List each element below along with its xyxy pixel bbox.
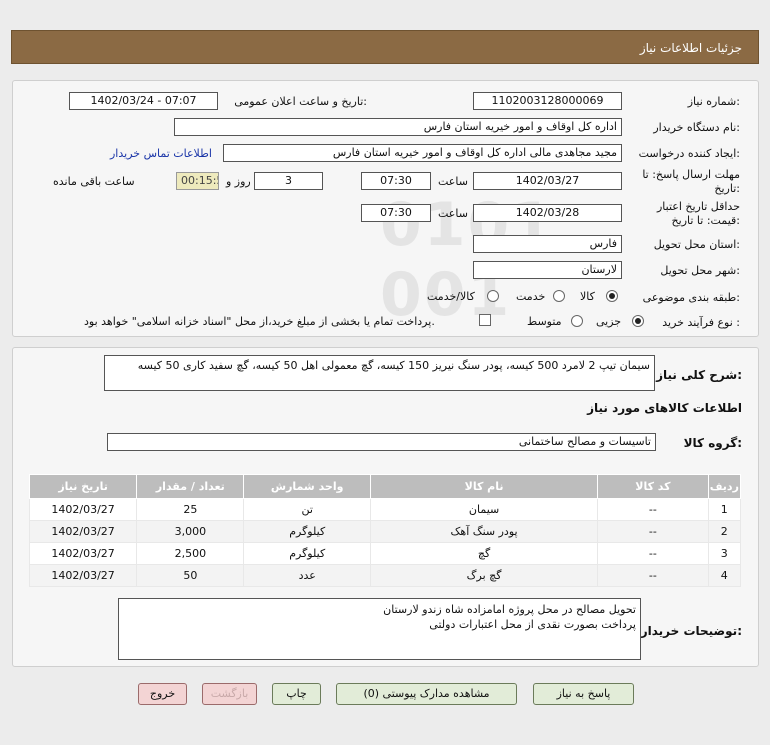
- cell-row: 3: [707, 542, 742, 565]
- announce-datetime-field[interactable]: 1402/03/24 - 07:07: [69, 92, 218, 110]
- print-button[interactable]: چاپ: [272, 683, 321, 705]
- cell-date: 1402/03/27: [28, 498, 138, 521]
- days-remaining-field[interactable]: 3: [254, 172, 323, 190]
- cell-name: گچ برگ: [369, 564, 599, 587]
- cell-qty: 2,500: [136, 542, 245, 565]
- goods-group-field[interactable]: تاسیسات و مصالح ساختمانی: [107, 433, 656, 451]
- province-label: استان محل تحویل:: [653, 238, 740, 251]
- cell-date: 1402/03/27: [28, 520, 138, 543]
- validity-time-label: ساعت: [438, 207, 468, 220]
- exit-button[interactable]: خروج: [138, 683, 187, 705]
- col-date: تاریخ نیاز: [28, 474, 138, 499]
- cell-row: 4: [707, 564, 742, 587]
- buyer-org-field[interactable]: اداره کل اوقاف و امور خیریه استان فارس: [174, 118, 622, 136]
- deadline-label-line2: تاریخ:: [714, 182, 740, 195]
- deadline-label-line1: مهلت ارسال پاسخ: تا: [642, 168, 740, 181]
- validity-label-line1: حداقل تاریخ اعتبار: [656, 200, 740, 213]
- validity-label-line2: قیمت: تا تاریخ:: [671, 214, 740, 227]
- cell-name: سیمان: [369, 498, 599, 521]
- col-row: ردیف: [707, 474, 742, 499]
- category-option-goods: کالا: [580, 290, 595, 303]
- process-option-minor: جزیی: [596, 315, 622, 328]
- deadline-time-label: ساعت: [438, 175, 468, 188]
- category-radio-service[interactable]: [553, 290, 565, 302]
- col-qty: تعداد / مقدار: [136, 474, 245, 499]
- back-button[interactable]: بازگشت: [202, 683, 257, 705]
- process-radio-medium[interactable]: [571, 315, 583, 327]
- cell-name: گچ: [369, 542, 599, 565]
- category-option-service: خدمت: [516, 290, 546, 303]
- cell-row: 1: [707, 498, 742, 521]
- attachments-button[interactable]: مشاهده مدارک پیوستی (0): [336, 683, 517, 705]
- cell-code: --: [597, 498, 709, 521]
- cell-row: 2: [707, 520, 742, 543]
- col-unit: واحد شمارش: [243, 474, 371, 499]
- treasury-payment-note: پرداخت تمام یا بخشی از مبلغ خرید،از محل …: [84, 315, 435, 328]
- goods-table: ردیف کد کالا نام کالا واحد شمارش تعداد /…: [28, 474, 742, 587]
- process-type-label: نوع فرآیند خرید :: [662, 316, 740, 329]
- treasury-payment-checkbox[interactable]: [479, 314, 491, 326]
- category-option-goods-service: کالا/خدمت: [427, 290, 475, 303]
- validity-date-field[interactable]: 1402/03/28: [473, 204, 622, 222]
- cell-qty: 3,000: [136, 520, 245, 543]
- cell-qty: 25: [136, 498, 245, 521]
- table-row: 2 -- پودر سنگ آهک کیلوگرم 3,000 1402/03/…: [28, 520, 742, 543]
- buyer-org-label: نام دستگاه خریدار:: [653, 121, 740, 134]
- requester-field[interactable]: مجید مجاهدی مالی اداره کل اوقاف و امور خ…: [223, 144, 622, 162]
- cell-date: 1402/03/27: [28, 542, 138, 565]
- requester-label: ایجاد کننده درخواست:: [638, 147, 740, 160]
- summary-label: شرح کلی نیاز:: [656, 368, 742, 382]
- need-number-label: شماره نیاز:: [687, 95, 740, 108]
- page-title-bar: جزئیات اطلاعات نیاز: [11, 30, 759, 64]
- deadline-time-field[interactable]: 07:30: [361, 172, 431, 190]
- validity-time-field[interactable]: 07:30: [361, 204, 431, 222]
- buyer-contact-link[interactable]: اطلاعات تماس خریدار: [110, 147, 212, 160]
- cell-code: --: [597, 520, 709, 543]
- goods-group-label: گروه کالا:: [683, 436, 742, 450]
- announce-label: تاریخ و ساعت اعلان عمومی:: [234, 95, 367, 108]
- process-option-medium: متوسط: [527, 315, 562, 328]
- buyer-notes-label: توضیحات خریدار:: [640, 624, 742, 638]
- buyer-notes-line1: تحویل مصالح در محل پروژه امامزاده شاه زن…: [383, 603, 636, 616]
- reply-button[interactable]: پاسخ به نیاز: [533, 683, 634, 705]
- province-field[interactable]: فارس: [473, 235, 622, 253]
- need-number-field[interactable]: 1102003128000069: [473, 92, 622, 110]
- remaining-time-label: ساعت باقی مانده: [53, 175, 135, 188]
- category-radio-goods-service[interactable]: [487, 290, 499, 302]
- cell-date: 1402/03/27: [28, 564, 138, 587]
- cell-unit: عدد: [243, 564, 371, 587]
- cell-code: --: [597, 564, 709, 587]
- process-radio-minor[interactable]: [632, 315, 644, 327]
- goods-section-title: اطلاعات کالاهای مورد نیاز: [587, 401, 742, 415]
- table-row: 3 -- گچ کیلوگرم 2,500 1402/03/27: [28, 542, 742, 565]
- goods-table-header: ردیف کد کالا نام کالا واحد شمارش تعداد /…: [28, 474, 742, 499]
- col-name: نام کالا: [369, 474, 599, 499]
- cell-name: پودر سنگ آهک: [369, 520, 599, 543]
- city-field[interactable]: لارستان: [473, 261, 622, 279]
- table-row: 4 -- گچ برگ عدد 50 1402/03/27: [28, 564, 742, 587]
- summary-text[interactable]: سیمان تیپ 2 لامرد 500 کیسه، پودر سنگ نیر…: [104, 355, 655, 391]
- category-radio-goods[interactable]: [606, 290, 618, 302]
- deadline-date-field[interactable]: 1402/03/27: [473, 172, 622, 190]
- days-label: روز و: [226, 175, 251, 188]
- cell-qty: 50: [136, 564, 245, 587]
- table-row: 1 -- سیمان تن 25 1402/03/27: [28, 498, 742, 521]
- col-code: کد کالا: [597, 474, 709, 499]
- cell-code: --: [597, 542, 709, 565]
- buyer-notes-box[interactable]: تحویل مصالح در محل پروژه امامزاده شاه زن…: [118, 598, 641, 660]
- cell-unit: تن: [243, 498, 371, 521]
- remaining-time-display: 00:15:51: [176, 172, 219, 190]
- page-title: جزئیات اطلاعات نیاز: [639, 41, 742, 55]
- cell-unit: کیلوگرم: [243, 520, 371, 543]
- cell-unit: کیلوگرم: [243, 542, 371, 565]
- buyer-notes-line2: پرداخت بصورت نقدی از محل اعتبارات دولتی: [429, 618, 636, 631]
- category-label: طبقه بندی موضوعی:: [642, 291, 740, 304]
- city-label: شهر محل تحویل:: [660, 264, 740, 277]
